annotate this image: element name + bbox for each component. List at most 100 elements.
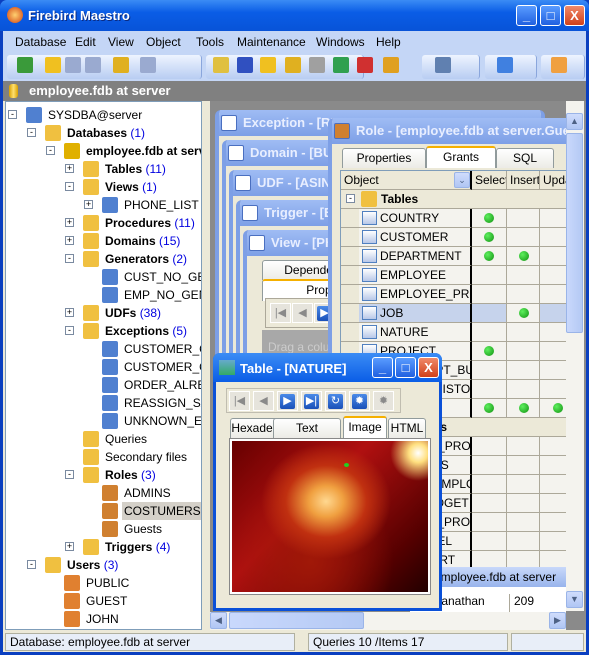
menu-windows[interactable]: Windows [316, 35, 365, 49]
grant-cell-insert[interactable] [507, 342, 540, 361]
tree-node[interactable]: Queries [6, 430, 201, 448]
scroll-down-button[interactable]: ▼ [566, 591, 583, 608]
grid-row[interactable]: CUSTOMER [341, 228, 472, 247]
grid-row[interactable]: NATURE [341, 323, 472, 342]
grant-cell-insert[interactable] [507, 494, 540, 513]
grant-cell-select[interactable] [472, 475, 507, 494]
first-record-button[interactable]: |◀ [229, 391, 250, 411]
scroll-thumb[interactable] [566, 133, 583, 333]
grid-group-tables[interactable]: - Tables [341, 190, 574, 209]
tree-node[interactable]: REASSIGN_SALES [6, 394, 201, 412]
expand-icon[interactable]: + [65, 164, 74, 173]
register-database-icon[interactable] [65, 57, 81, 73]
refresh-icon[interactable] [17, 57, 33, 73]
tree-node[interactable]: CUSTOMER_ON_HOLD [6, 358, 201, 376]
window-title-bar[interactable]: Table - [NATURE] _ □ X [213, 353, 442, 382]
tree-node[interactable]: - Roles (3) [6, 466, 201, 484]
tab-sql[interactable]: SQL [496, 148, 554, 168]
tree-node[interactable]: CUST_NO_GEN [6, 268, 201, 286]
grant-cell-insert[interactable] [507, 228, 540, 247]
close-button[interactable]: X [418, 357, 439, 378]
column-header-select[interactable]: Select [472, 171, 507, 190]
tools-icon[interactable] [383, 57, 399, 73]
scroll-right-button[interactable]: ▶ [549, 612, 566, 629]
column-header-object[interactable]: Object [341, 171, 472, 190]
expand-icon[interactable]: + [65, 218, 74, 227]
grant-cell-select[interactable] [472, 228, 507, 247]
expand-icon[interactable]: + [65, 542, 74, 551]
close-button[interactable]: X [564, 5, 585, 26]
print-icon[interactable] [309, 57, 325, 73]
grid-row[interactable]: EMPLOYEE_PROJECT [341, 285, 472, 304]
grid-row[interactable]: COUNTRY [341, 209, 472, 228]
grant-cell-insert[interactable] [507, 513, 540, 532]
grant-cell-insert[interactable] [507, 361, 540, 380]
grant-cell-insert[interactable] [507, 475, 540, 494]
tree-node[interactable]: GUEST [6, 592, 201, 610]
menu-edit[interactable]: Edit [75, 35, 96, 49]
collapse-icon[interactable]: - [65, 470, 74, 479]
grant-cell-select[interactable] [472, 494, 507, 513]
tree-node[interactable]: ORDER_ALREADY_SHIPPED [6, 376, 201, 394]
tree-node[interactable]: - Views (1) [6, 178, 201, 196]
grant-cell-insert[interactable] [507, 532, 540, 551]
tree-node[interactable]: - SYSDBA@server [6, 106, 201, 124]
first-record-button[interactable]: |◀ [270, 303, 291, 323]
tree-node[interactable]: - Generators (2) [6, 250, 201, 268]
grid-row[interactable]: EMPLOYEE [341, 266, 472, 285]
menu-view[interactable]: View [108, 35, 134, 49]
maximize-button[interactable]: □ [540, 5, 561, 26]
column-header-insert[interactable]: Insert [507, 171, 540, 190]
collapse-icon[interactable]: - [65, 182, 74, 191]
grant-cell-insert[interactable] [507, 304, 540, 323]
grant-cell-select[interactable] [472, 247, 507, 266]
cancel-button[interactable]: ✹ [373, 391, 394, 411]
app-title-bar[interactable]: Firebird Maestro _ □ X [0, 0, 589, 31]
tree-node[interactable]: - Users (3) [6, 556, 201, 574]
tree-node[interactable]: + PHONE_LIST [6, 196, 201, 214]
grant-cell-insert[interactable] [507, 380, 540, 399]
grant-cell-select[interactable] [472, 437, 507, 456]
tab-image[interactable]: Image [343, 416, 387, 438]
tree-node[interactable]: CUSTOMER_CHECK [6, 340, 201, 358]
filter-icon[interactable] [435, 57, 451, 73]
tree-node[interactable]: JOHN [6, 610, 201, 628]
minimize-button[interactable]: _ [372, 357, 393, 378]
tree-node[interactable]: COSTUMERS [6, 502, 201, 520]
tab-grants[interactable]: Grants [426, 146, 496, 168]
scroll-thumb[interactable] [229, 612, 364, 629]
grant-cell-select[interactable] [472, 342, 507, 361]
tree-node[interactable]: + UDFs (38) [6, 304, 201, 322]
menu-database[interactable]: Database [15, 35, 66, 49]
expand-icon[interactable]: + [65, 308, 74, 317]
collapse-icon[interactable]: - [27, 560, 36, 569]
grant-cell-select[interactable] [472, 380, 507, 399]
menu-maintenance[interactable]: Maintenance [237, 35, 306, 49]
grant-cell-insert[interactable] [507, 437, 540, 456]
grant-cell-insert[interactable] [507, 209, 540, 228]
horizontal-scrollbar[interactable]: ◀ ▶ [210, 612, 566, 630]
grant-cell-select[interactable] [472, 361, 507, 380]
next-record-button[interactable]: ▶ [277, 391, 298, 411]
disconnect-icon[interactable] [140, 57, 156, 73]
menu-tools[interactable]: Tools [196, 35, 224, 49]
maximize-button[interactable]: □ [395, 357, 416, 378]
grant-cell-select[interactable] [472, 266, 507, 285]
tree-node[interactable]: - employee.fdb at server [6, 142, 201, 160]
grid-cell[interactable]: 209 [514, 594, 564, 612]
grant-cell-insert[interactable] [507, 285, 540, 304]
execute-icon[interactable] [260, 57, 276, 73]
grant-cell-select[interactable] [472, 209, 507, 228]
unregister-database-icon[interactable] [85, 57, 101, 73]
grant-cell-insert[interactable] [507, 456, 540, 475]
collapse-icon[interactable]: - [346, 194, 355, 203]
tree-node[interactable]: EMP_NO_GEN [ [6, 286, 201, 304]
expand-icon[interactable]: + [84, 200, 93, 209]
expand-icon[interactable]: + [65, 236, 74, 245]
grant-cell-select[interactable] [472, 513, 507, 532]
tree-node[interactable]: - Databases (1) [6, 124, 201, 142]
collapse-icon[interactable]: - [8, 110, 17, 119]
new-object-icon[interactable] [213, 57, 229, 73]
tree-node[interactable]: Guests [6, 520, 201, 538]
grant-cell-select[interactable] [472, 285, 507, 304]
